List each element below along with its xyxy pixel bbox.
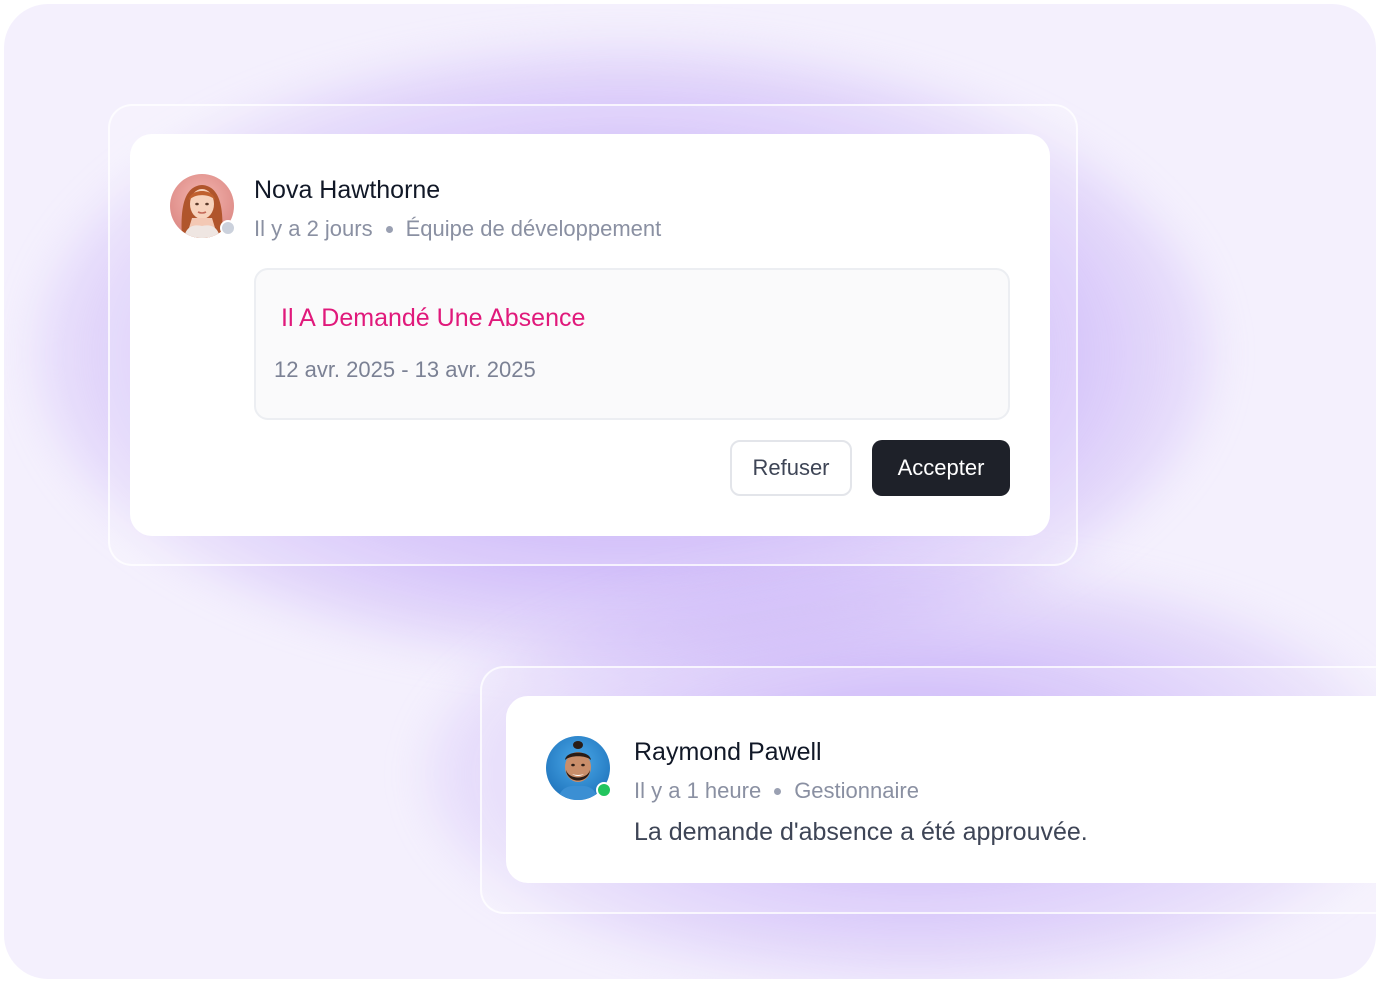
team-name: Équipe de développement	[405, 216, 662, 241]
request-dates: 12 avr. 2025 - 13 avr. 2025	[274, 357, 536, 382]
time-ago: Il y a 2 jours	[254, 216, 373, 241]
separator-dot	[385, 225, 393, 233]
approval-notification-card: Raymond Pawell Il y a 1 heure Gestionnai…	[506, 696, 1376, 883]
user-meta: Il y a 1 heure Gestionnaire	[634, 778, 919, 804]
time-ago: Il y a 1 heure	[634, 778, 762, 803]
absence-request-card: Nova Hawthorne Il y a 2 jours Équipe de …	[130, 134, 1050, 536]
user-role: Gestionnaire	[794, 778, 919, 803]
separator-dot	[774, 787, 782, 795]
avatar[interactable]	[170, 174, 236, 238]
avatar[interactable]	[546, 736, 612, 800]
user-meta: Il y a 2 jours Équipe de développement	[254, 216, 661, 242]
request-details: Il A Demandé Une Absence 12 avr. 2025 - …	[254, 268, 1010, 420]
refuse-button[interactable]: Refuser	[730, 440, 852, 496]
user-name: Raymond Pawell	[634, 738, 822, 766]
online-status-indicator	[596, 782, 612, 798]
request-title: Il A Demandé Une Absence	[281, 304, 586, 332]
approval-message: La demande d'absence a été approuvée.	[634, 818, 1088, 846]
background-canvas: Nova Hawthorne Il y a 2 jours Équipe de …	[4, 4, 1376, 979]
accept-button[interactable]: Accepter	[872, 440, 1010, 496]
status-indicator	[220, 220, 236, 236]
user-name: Nova Hawthorne	[254, 176, 441, 204]
